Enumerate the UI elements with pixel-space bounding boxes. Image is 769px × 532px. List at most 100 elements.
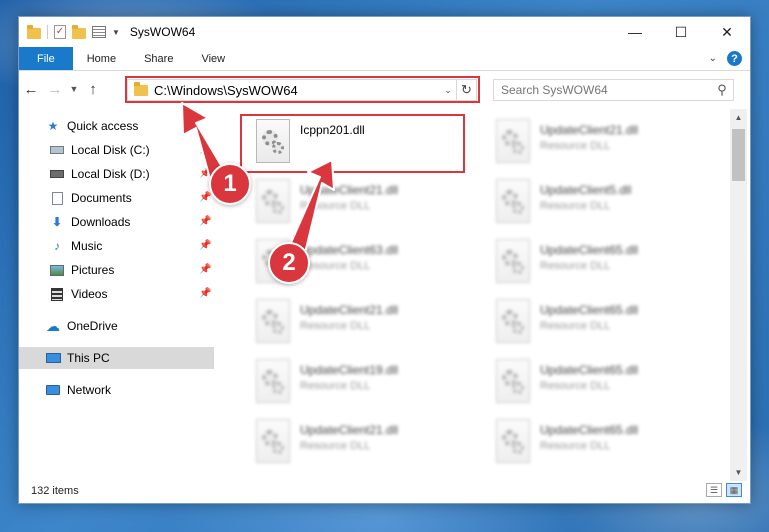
list-item[interactable]: UpdateClient65.dll Resource DLL (480, 355, 705, 411)
file-name: UpdateClient19.dll (300, 363, 399, 377)
sidebar-item-this-pc[interactable]: This PC (19, 347, 214, 369)
ribbon-right: ⌄ ? (709, 47, 750, 70)
file-name: UpdateClient21.dll (540, 123, 639, 137)
dll-file-icon (496, 239, 530, 283)
folder-icon (134, 81, 148, 96)
file-name: Icppn201.dll (300, 123, 365, 137)
cloud-icon: ☁ (46, 317, 60, 334)
file-type: Resource DLL (300, 260, 371, 272)
maximize-button[interactable]: ☐ (658, 17, 704, 47)
sidebar-item-label: OneDrive (67, 319, 118, 333)
vertical-scrollbar[interactable]: ▲ ▼ (730, 109, 747, 481)
scroll-thumb[interactable] (732, 129, 745, 181)
close-button[interactable]: ✕ (704, 17, 750, 47)
dll-file-icon (256, 119, 290, 163)
sidebar-item-quick-access[interactable]: ★ Quick access (19, 115, 214, 137)
sidebar-item-music[interactable]: ♪ Music 📌 (19, 235, 214, 257)
customize-icon[interactable] (92, 26, 106, 38)
refresh-icon[interactable]: ↻ (456, 80, 476, 100)
chevron-down-icon[interactable]: ▼ (112, 28, 120, 37)
up-arrow-icon[interactable]: ↑ (81, 81, 105, 98)
file-name: UpdateClient65.dll (540, 363, 639, 377)
file-name: UpdateClient5.dll (540, 183, 632, 197)
file-list: Icppn201.dll UpdateClient21.dll Resource … (224, 109, 729, 481)
list-item[interactable]: UpdateClient65.dll Resource DLL (480, 415, 705, 471)
sidebar-item-videos[interactable]: Videos 📌 (19, 283, 214, 305)
pin-icon[interactable]: 📌 (199, 240, 211, 251)
sidebar-item-documents[interactable]: Documents 📌 (19, 187, 214, 209)
tab-view[interactable]: View (187, 47, 239, 70)
sidebar-item-label: Local Disk (C:) (71, 143, 150, 157)
file-name: UpdateClient21.dll (300, 183, 399, 197)
list-item[interactable]: UpdateClient5.dll Resource DLL (480, 175, 705, 231)
file-name: UpdateClient21.dll (300, 423, 399, 437)
file-type: Resource DLL (540, 260, 611, 272)
sidebar-item-downloads[interactable]: ⬇ Downloads 📌 (19, 211, 214, 233)
list-item[interactable]: UpdateClient21.dll Resource DLL (240, 295, 465, 351)
dll-file-icon (256, 179, 290, 223)
pin-icon[interactable]: 📌 (199, 264, 211, 275)
search-input[interactable] (501, 83, 711, 97)
list-item[interactable]: UpdateClient65.dll Resource DLL (480, 235, 705, 291)
folder-icon (27, 24, 41, 39)
file-item-icppn201[interactable]: Icppn201.dll (240, 115, 465, 171)
item-count: 132 items (31, 485, 79, 497)
list-item[interactable]: UpdateClient21.dll Resource DLL (480, 115, 705, 171)
pin-icon[interactable]: 📌 (199, 144, 211, 155)
sidebar-item-label: Pictures (71, 263, 115, 277)
dll-file-icon (496, 359, 530, 403)
tab-home[interactable]: Home (73, 47, 130, 70)
search-icon[interactable]: ⚲ (711, 82, 733, 98)
address-bar[interactable]: C:\Windows\SysWOW64 ⌄ ↻ (127, 79, 477, 101)
sidebar-item-network[interactable]: Network (19, 379, 214, 401)
divider (47, 25, 48, 39)
sidebar-item-pictures[interactable]: Pictures 📌 (19, 259, 214, 281)
scroll-up-icon[interactable]: ▲ (730, 109, 747, 126)
tab-share[interactable]: Share (130, 47, 187, 70)
file-type: Resource DLL (540, 380, 611, 392)
navigation-bar: ← → ▼ ↑ C:\Windows\SysWOW64 ⌄ ↻ ⚲ (19, 75, 750, 103)
search-box[interactable]: ⚲ (493, 79, 734, 101)
sidebar-item-local-disk-d[interactable]: Local Disk (D:) 📌 (19, 163, 214, 185)
pin-icon[interactable]: 📌 (199, 192, 211, 203)
address-path[interactable]: C:\Windows\SysWOW64 (154, 83, 440, 98)
back-arrow-icon[interactable]: ← (19, 81, 43, 98)
view-toggle: ☰ ▦ (706, 483, 742, 497)
new-folder-icon[interactable] (72, 24, 86, 39)
chevron-down-icon[interactable]: ⌄ (440, 85, 456, 96)
list-item[interactable]: UpdateClient21.dll Resource DLL (240, 175, 465, 231)
quick-access-toolbar: ✓ ▼ (19, 24, 120, 39)
pin-icon[interactable]: 📌 (199, 216, 211, 227)
file-type: Resource DLL (300, 320, 371, 332)
file-type: Resource DLL (540, 200, 611, 212)
list-item[interactable]: UpdateClient65.dll Resource DLL (480, 295, 705, 351)
list-item[interactable]: UpdateClient21.dll Resource DLL (240, 415, 465, 471)
file-name: UpdateClient65.dll (540, 423, 639, 437)
sidebar-item-label: Network (67, 383, 112, 397)
recent-locations-icon[interactable]: ▼ (67, 84, 81, 94)
list-item[interactable]: UpdateClient19.dll Resource DLL (240, 355, 465, 411)
dll-file-icon (496, 419, 530, 463)
title-bar: ✓ ▼ SysWOW64 — ☐ ✕ (19, 17, 750, 47)
sidebar-item-label: Music (71, 239, 103, 253)
sidebar-item-label: Local Disk (D:) (71, 167, 150, 181)
status-bar: 132 items ☰ ▦ (19, 479, 750, 503)
file-type: Resource DLL (300, 440, 371, 452)
ribbon-tabs: File Home Share View ⌄ ? (19, 47, 750, 71)
properties-check-icon[interactable]: ✓ (54, 25, 66, 39)
expand-ribbon-icon[interactable]: ⌄ (709, 53, 717, 64)
pin-icon[interactable]: 📌 (199, 288, 211, 299)
tab-file[interactable]: File (19, 47, 73, 70)
minimize-button[interactable]: — (612, 17, 658, 47)
star-icon: ★ (47, 119, 59, 133)
network-icon (45, 383, 61, 397)
large-icons-view-icon[interactable]: ▦ (726, 483, 742, 497)
step-1-badge: 1 (209, 163, 251, 205)
dll-file-icon (256, 299, 290, 343)
music-icon: ♪ (54, 239, 60, 253)
forward-arrow-icon[interactable]: → (43, 81, 67, 98)
help-icon[interactable]: ? (727, 51, 742, 66)
sidebar-item-onedrive[interactable]: ☁ OneDrive (19, 315, 214, 337)
sidebar-item-local-disk-c[interactable]: Local Disk (C:) 📌 (19, 139, 214, 161)
details-view-icon[interactable]: ☰ (706, 483, 722, 497)
